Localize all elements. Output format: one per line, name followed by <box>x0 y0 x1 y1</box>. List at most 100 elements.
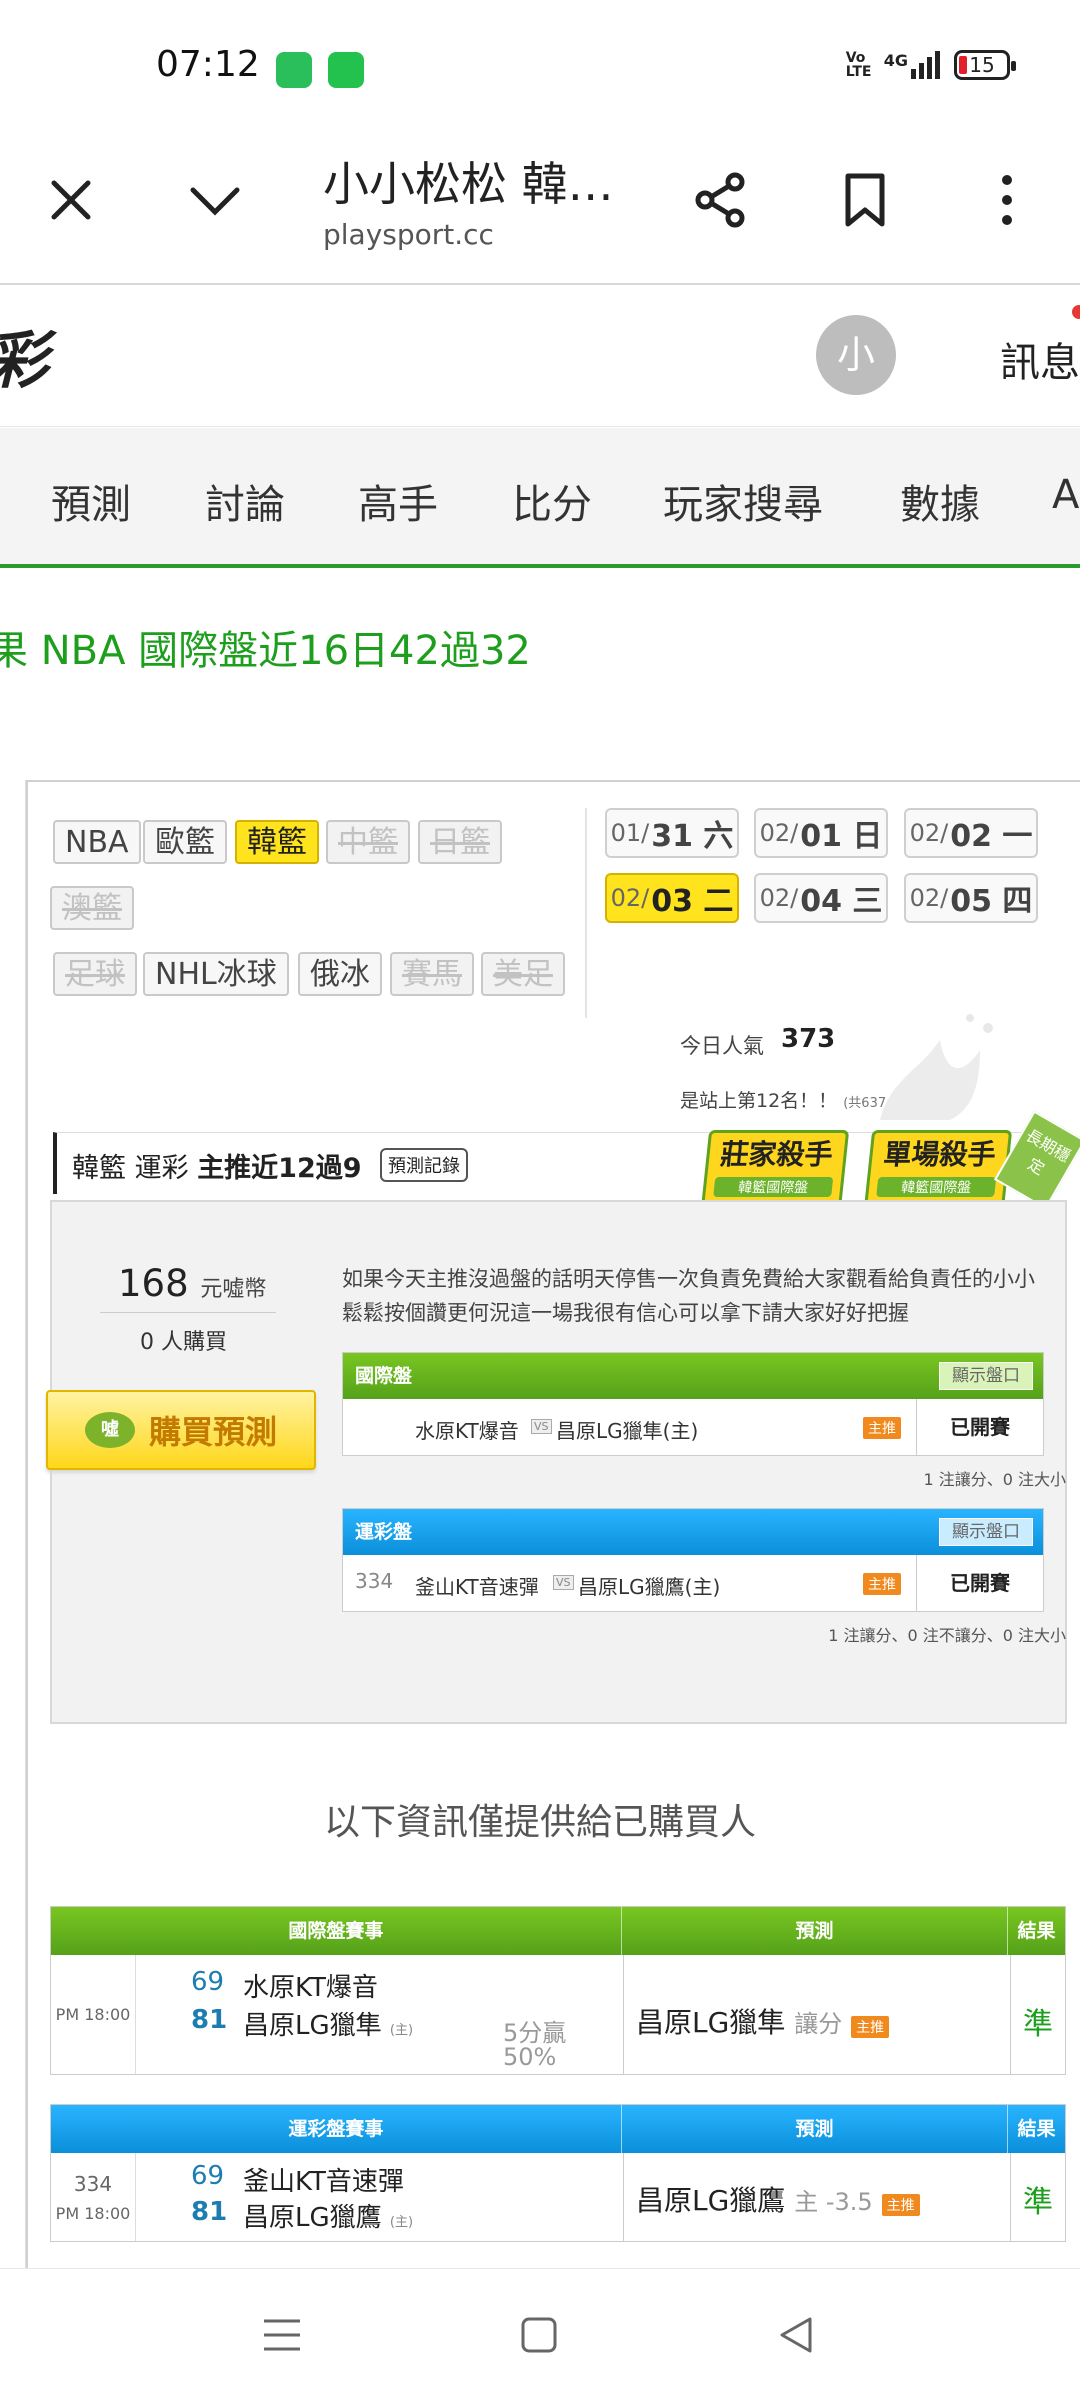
sports-game-row: 334 釜山KT音速彈 VS 昌原LG獵鷹(主) 主推 已開賽 <box>343 1555 1043 1611</box>
sports-lottery-box: 運彩盤 顯示盤口 334 釜山KT音速彈 VS 昌原LG獵鷹(主) 主推 已開賽 <box>342 1508 1044 1612</box>
sports-lottery-header: 運彩盤 顯示盤口 <box>343 1509 1043 1555</box>
league-tag-nhl[interactable]: NHL冰球 <box>143 952 289 996</box>
intl-odds-header: 國際盤 顯示盤口 <box>343 1353 1043 1399</box>
intl-game-row: 水原KT爆音 VS 昌原LG獵隼(主) 主推 已開賽 <box>343 1399 1043 1455</box>
sports-table-header: 運彩盤賽事 預測 結果 <box>51 2105 1065 2153</box>
nav-item-scores[interactable]: 比分 <box>512 472 592 530</box>
home-score: 81 <box>191 2197 228 2227</box>
notification-dot <box>1072 305 1080 319</box>
prediction-record-button[interactable]: 預測記錄 <box>380 1148 468 1182</box>
intl-note: 1 注讓分、0 注大小 <box>923 1470 1066 1489</box>
league-tag-euro-basketball[interactable]: 歐籃 <box>143 820 227 864</box>
show-odds-button[interactable]: 顯示盤口 <box>939 1518 1033 1546</box>
league-tag-khl[interactable]: 俄冰 <box>298 952 382 996</box>
buyer-count: 0 人購買 <box>140 1330 227 1355</box>
home-team: 昌原LG獵鷹 (主) <box>243 2203 414 2233</box>
main-pick-badge: 主推 <box>881 2194 920 2216</box>
league-tag-american-football: 美足 <box>481 952 565 996</box>
menu-icon[interactable] <box>262 2315 302 2355</box>
intl-table-header: 國際盤賽事 預測 結果 <box>51 1907 1065 1955</box>
home-score: 81 <box>191 2005 228 2035</box>
avatar[interactable]: 小 <box>816 315 896 395</box>
date-0203[interactable]: 02/03 二 <box>605 873 739 923</box>
vs-icon: VS <box>553 1575 574 1590</box>
page-url[interactable]: playsport.cc <box>323 218 494 251</box>
result: 準 <box>1023 2007 1053 2042</box>
share-icon[interactable] <box>686 165 756 235</box>
nav-item-discuss[interactable]: 討論 <box>205 472 285 530</box>
buy-prediction-label: 購買預測 <box>148 1413 277 1451</box>
main-pick-badge: 主推 <box>863 1417 901 1439</box>
league-tag-nba[interactable]: NBA <box>53 820 141 864</box>
prediction: 昌原LG獵鷹 主 -3.5 主推 <box>636 2179 920 2219</box>
status-indicators: Vo LTE 4G 15 <box>845 50 1016 80</box>
nav-item-player-search[interactable]: 玩家搜尋 <box>663 472 823 530</box>
divider <box>585 808 587 1018</box>
away-score: 69 <box>191 2161 225 2191</box>
intl-result-table: 國際盤賽事 預測 結果 PM 18:00 69 水原KT爆音 81 昌原LG獵隼… <box>50 1906 1066 2075</box>
buyer-only-notice: 以下資訊僅提供給已購買人 <box>323 1802 756 1843</box>
away-team: 釜山KT音速彈 <box>243 2167 404 2197</box>
nav-item-more[interactable]: A <box>1052 472 1079 518</box>
league-tag-soccer: 足球 <box>53 952 137 996</box>
site-logo[interactable]: 彩 <box>0 310 48 400</box>
intl-odds-box: 國際盤 顯示盤口 水原KT爆音 VS 昌原LG獵隼(主) 主推 已開賽 <box>342 1352 1044 1456</box>
sports-note: 1 注讓分、0 注不讓分、0 注大小 <box>828 1626 1066 1645</box>
divider <box>623 2153 624 2241</box>
badge-bookmaker-killer: 莊家殺手 韓籃國際盤 <box>700 1130 850 1210</box>
prediction: 昌原LG獵隼 讓分 主推 <box>636 2001 890 2041</box>
divider <box>623 1955 624 2074</box>
nav-item-predict[interactable]: 預測 <box>51 472 131 530</box>
status-time: 07:12 <box>156 44 260 85</box>
record-headline[interactable]: 果 NBA 國際盤近16日42過32 <box>0 618 531 676</box>
divider <box>1010 1955 1011 2074</box>
league-tag-korea-basketball[interactable]: 韓籃 <box>235 820 319 864</box>
coin-icon: 噓 <box>84 1412 135 1448</box>
vs-icon: VS <box>531 1419 552 1434</box>
nav-item-data[interactable]: 數據 <box>900 472 980 530</box>
margin-percent: 50% <box>503 2043 557 2071</box>
date-0201[interactable]: 02/01 日 <box>754 808 888 858</box>
main-pick-badge: 主推 <box>851 2016 890 2038</box>
game-status: 已開賽 <box>916 1555 1043 1611</box>
game-status: 已開賽 <box>916 1399 1043 1455</box>
close-icon[interactable] <box>36 165 106 235</box>
show-odds-button[interactable]: 顯示盤口 <box>939 1362 1033 1390</box>
away-team: 水原KT爆音 <box>243 1973 378 2003</box>
home-team: 昌原LG獵隼 (主) <box>243 2011 414 2041</box>
popularity-label: 今日人氣 <box>680 1034 764 1058</box>
messages-link[interactable]: 訊息 <box>1000 330 1080 388</box>
left-side-panel <box>0 780 26 2280</box>
back-icon[interactable] <box>776 2315 816 2355</box>
league-tag-horse-racing: 賽馬 <box>390 952 474 996</box>
popularity-value: 373 <box>781 1024 836 1054</box>
league-tag-china-basketball: 中籃 <box>326 820 410 864</box>
sports-result-table: 運彩盤賽事 預測 結果 334 PM 18:00 69 釜山KT音速彈 81 昌… <box>50 2104 1066 2242</box>
away-team: 水原KT爆音 <box>415 1419 519 1443</box>
buy-prediction-button[interactable]: 噓 購買預測 <box>46 1390 316 1470</box>
battery-icon: 15 <box>954 50 1016 80</box>
game-id-time: 334 PM 18:00 <box>51 2153 136 2241</box>
price: 168 元噓幣 <box>118 1262 267 1305</box>
more-options-icon[interactable] <box>972 165 1042 235</box>
date-0204[interactable]: 02/04 三 <box>754 873 888 923</box>
notification-app-icon <box>276 52 312 88</box>
status-bar: 07:12 Vo LTE 4G 15 <box>0 0 1080 120</box>
chevron-down-icon[interactable] <box>180 165 250 235</box>
date-0131[interactable]: 01/31 六 <box>605 808 739 858</box>
main-pick-badge: 主推 <box>863 1573 901 1595</box>
date-0205[interactable]: 02/05 四 <box>904 873 1038 923</box>
volte-icon: Vo LTE <box>845 50 872 80</box>
league-tag-australia-basketball: 澳籃 <box>50 886 134 930</box>
system-nav-bar <box>0 2268 1080 2400</box>
date-0202[interactable]: 02/02 一 <box>904 808 1038 858</box>
wechat-notification-icon <box>328 52 364 88</box>
home-team: 昌原LG獵隼(主) <box>556 1419 699 1443</box>
divider <box>1010 2153 1011 2241</box>
away-team: 釜山KT音速彈 <box>415 1575 539 1599</box>
nav-item-experts[interactable]: 高手 <box>358 472 438 530</box>
away-score: 69 <box>191 1967 225 1997</box>
expert-description: 如果今天主推沒過盤的話明天停售一次負責免費給大家觀看給負責任的小小鬆鬆按個讚更何… <box>342 1267 1035 1325</box>
bookmark-icon[interactable] <box>830 165 900 235</box>
home-icon[interactable] <box>519 2315 559 2355</box>
